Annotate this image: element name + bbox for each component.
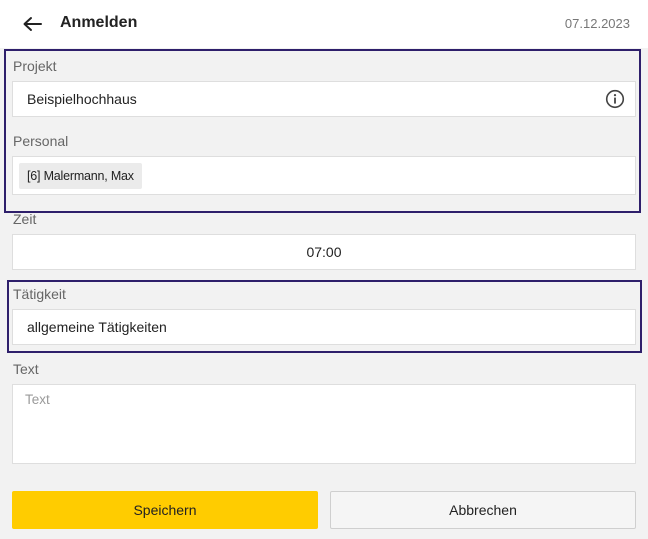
personal-field[interactable]: [6] Malermann, Max <box>12 156 636 195</box>
projekt-field[interactable]: Beispielhochhaus <box>12 81 636 117</box>
taetigkeit-value: allgemeine Tätigkeiten <box>27 319 167 335</box>
projekt-value: Beispielhochhaus <box>27 91 137 107</box>
zeit-field[interactable]: 07:00 <box>12 234 636 270</box>
taetigkeit-label: Tätigkeit <box>13 286 66 302</box>
projekt-label: Projekt <box>13 58 57 74</box>
app-header: Anmelden 07.12.2023 <box>0 0 648 48</box>
header-date: 07.12.2023 <box>564 16 630 31</box>
zeit-label: Zeit <box>13 211 37 227</box>
arrow-left-icon <box>23 17 42 31</box>
text-label: Text <box>13 361 39 377</box>
text-area[interactable]: Text <box>12 384 636 464</box>
cancel-button[interactable]: Abbrechen <box>330 491 636 529</box>
back-button[interactable] <box>18 12 46 36</box>
text-area-placeholder: Text <box>25 392 50 407</box>
personal-label: Personal <box>13 133 69 149</box>
page-title: Anmelden <box>60 14 138 31</box>
taetigkeit-field[interactable]: allgemeine Tätigkeiten <box>12 309 636 345</box>
save-button[interactable]: Speichern <box>12 491 318 529</box>
personal-chip[interactable]: [6] Malermann, Max <box>19 163 142 189</box>
zeit-value: 07:00 <box>306 244 342 260</box>
info-icon[interactable] <box>605 89 625 109</box>
